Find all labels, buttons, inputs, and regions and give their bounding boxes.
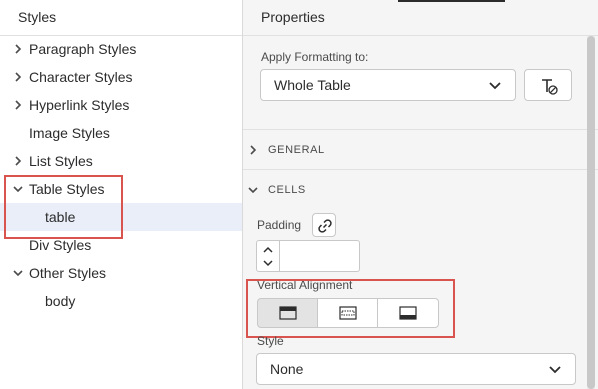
chevron-down-icon[interactable] (12, 267, 24, 279)
link-padding-button[interactable] (312, 213, 336, 237)
section-cells-title: CELLS (268, 184, 306, 196)
chevron-right-icon[interactable] (12, 99, 24, 111)
apply-formatting-label: Apply Formatting to: (261, 50, 369, 64)
tree-item-label: List Styles (29, 153, 93, 169)
tree-item-hyperlink-styles[interactable]: Hyperlink Styles (0, 91, 242, 119)
properties-scrollbar-thumb[interactable] (587, 36, 595, 389)
tree-item-label: Image Styles (29, 125, 110, 141)
chevron-down-icon (248, 187, 258, 194)
padding-stepper[interactable] (256, 240, 360, 272)
top-tab-indicator (398, 0, 505, 2)
tree-item-label: Hyperlink Styles (29, 97, 130, 113)
chevron-right-icon[interactable] (12, 71, 24, 83)
apply-formatting-select[interactable]: Whole Table (260, 69, 516, 101)
tree-item-body[interactable]: body (0, 287, 242, 315)
properties-header-divider (243, 35, 598, 36)
padding-label: Padding (257, 218, 302, 232)
tree-item-paragraph-styles[interactable]: Paragraph Styles (0, 35, 242, 63)
styles-panel: Styles Paragraph Styles Character Styles… (0, 0, 242, 389)
tree-item-label: Div Styles (29, 237, 92, 253)
link-icon (318, 219, 332, 233)
stepper-arrows (257, 241, 280, 271)
section-divider (243, 129, 598, 130)
properties-panel: Properties Apply Formatting to: Whole Ta… (243, 0, 598, 389)
tree-item-list-styles[interactable]: List Styles (0, 147, 242, 175)
tree-item-image-styles[interactable]: Image Styles (0, 119, 242, 147)
properties-panel-title: Properties (261, 9, 325, 25)
clear-formatting-button[interactable] (524, 69, 572, 101)
style-label: Style (257, 334, 284, 348)
chevron-right-icon[interactable] (12, 43, 24, 55)
highlight-box-vertical-alignment (246, 279, 455, 338)
chevron-right-icon (250, 145, 257, 155)
section-divider (243, 169, 598, 170)
styles-panel-title: Styles (18, 9, 57, 25)
chevron-down-icon (549, 366, 561, 374)
tree-item-label: Character Styles (29, 69, 133, 85)
tree-item-character-styles[interactable]: Character Styles (0, 63, 242, 91)
chevron-right-icon[interactable] (12, 155, 24, 167)
chevron-down-icon (489, 82, 501, 90)
style-value: None (270, 361, 304, 377)
section-general-header[interactable]: GENERAL (243, 137, 583, 163)
chevron-up-icon[interactable] (263, 246, 273, 254)
highlight-box-table-styles (4, 175, 123, 239)
apply-formatting-value: Whole Table (274, 77, 351, 93)
tree-item-label: body (45, 293, 76, 309)
tree-item-label: Other Styles (29, 265, 107, 281)
clear-formatting-icon (542, 79, 558, 95)
section-cells-header[interactable]: CELLS (243, 177, 583, 203)
chevron-down-icon[interactable] (263, 259, 273, 267)
section-general-title: GENERAL (268, 144, 325, 156)
style-select[interactable]: None (256, 353, 576, 385)
tree-item-other-styles[interactable]: Other Styles (0, 259, 242, 287)
tree-item-label: Paragraph Styles (29, 41, 137, 57)
